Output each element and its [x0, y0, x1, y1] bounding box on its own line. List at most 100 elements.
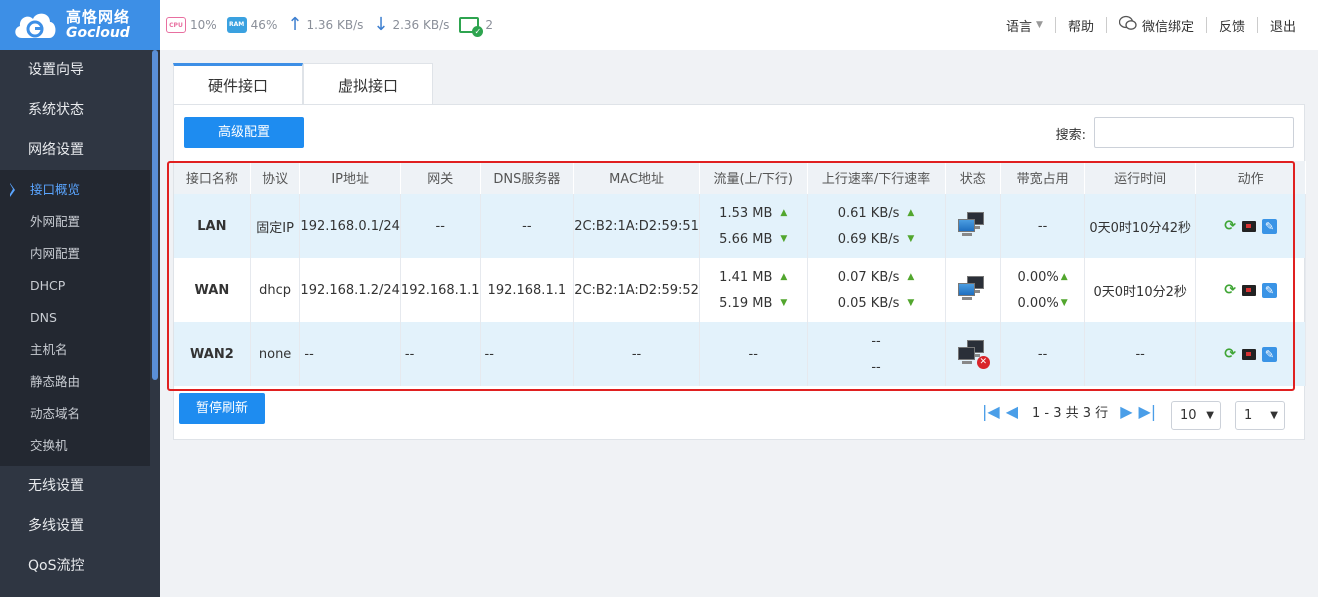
sidebar-scrollbar[interactable] [152, 50, 158, 380]
column-header[interactable]: IP地址 [299, 161, 401, 194]
first-page-icon[interactable]: |◀ [982, 403, 1000, 420]
last-page-icon[interactable]: ▶| [1139, 403, 1157, 420]
brand-name-en: Gocloud [66, 25, 130, 41]
sidebar-item-ddns[interactable]: 动态域名 [0, 398, 150, 430]
rate: 0.07 KB/s ▲ 0.05 KB/s ▼ [807, 258, 946, 322]
search-input[interactable] [1094, 117, 1294, 148]
upload-value: 1.36 KB/s [306, 18, 364, 32]
column-header[interactable]: 协议 [250, 161, 301, 194]
sidebar-item-interface-overview[interactable]: 接口概览 [0, 174, 150, 206]
column-header[interactable]: MAC地址 [573, 161, 700, 194]
traffic: 1.41 MB ▲ 5.19 MB ▼ [699, 258, 808, 322]
status [945, 258, 1001, 322]
sidebar-item-qos[interactable]: QoS流控 [0, 546, 150, 586]
protocol: 固定IP [250, 194, 301, 258]
interface-panel: 高级配置 搜索: 接口名称 协议 IP地址 网关 DNS服务器 MAC地址 流量… [173, 104, 1306, 440]
cpu-value: 10% [190, 18, 217, 32]
monitor-icon[interactable] [1241, 348, 1256, 360]
refresh-icon[interactable]: ⟳ [1224, 218, 1236, 234]
column-header[interactable]: 接口名称 [174, 161, 251, 194]
up-arrow-icon: ▲ [907, 272, 915, 282]
refresh-icon[interactable]: ⟳ [1224, 282, 1236, 298]
down-arrow-icon: ▼ [907, 298, 915, 308]
top-nav: 语言 ▼ 帮助 微信绑定 反馈 退出 [994, 0, 1308, 50]
ip-address: 192.168.0.1/24 [299, 194, 401, 258]
sidebar-item-setup-wizard[interactable]: 设置向导 [0, 50, 150, 90]
search-label: 搜索: [1055, 128, 1086, 143]
bandwidth-usage: 0.00% ▲ 0.00% ▼ [1000, 258, 1086, 322]
table-row: LAN 固定IP 192.168.0.1/24 -- -- 2C:B2:1A:D… [174, 194, 1306, 258]
column-header[interactable]: 运行时间 [1084, 161, 1197, 194]
sidebar-item-network-settings[interactable]: 网络设置 [0, 130, 150, 170]
monitor-icon[interactable] [1241, 284, 1256, 296]
help-link[interactable]: 帮助 [1056, 16, 1106, 35]
mac-address: 2C:B2:1A:D2:59:51 [573, 194, 700, 258]
actions: ⟳ ✎ [1195, 194, 1306, 258]
page-size-select[interactable]: 10 ▼ [1171, 401, 1221, 430]
interface-table: 接口名称 协议 IP地址 网关 DNS服务器 MAC地址 流量(上/下行) 上行… [174, 161, 1306, 386]
advanced-config-button[interactable]: 高级配置 [184, 117, 304, 148]
ram-icon: RAM [226, 17, 247, 33]
tab-hardware-interface[interactable]: 硬件接口 [173, 63, 303, 106]
column-header[interactable]: 网关 [400, 161, 481, 194]
cpu-icon: CPU [166, 17, 186, 33]
gateway: -- [400, 194, 481, 258]
rate-up: 0.07 KB/s [837, 269, 900, 285]
sidebar: 设置向导 系统状态 网络设置 接口概览 外网配置 内网配置 DHCP DNS 主… [0, 50, 160, 597]
sidebar-item-dhcp[interactable]: DHCP [0, 270, 150, 302]
dns-server: -- [480, 194, 575, 258]
pause-refresh-button[interactable]: 暂停刷新 [179, 393, 265, 424]
monitor-icon[interactable] [1241, 220, 1256, 232]
dns-server: 192.168.1.1 [480, 258, 575, 322]
sidebar-item-wireless[interactable]: 无线设置 [0, 466, 150, 506]
prev-page-icon[interactable]: ◀ [1006, 403, 1018, 420]
sidebar-item-multiline[interactable]: 多线设置 [0, 506, 150, 546]
feedback-link[interactable]: 反馈 [1207, 16, 1257, 35]
sidebar-item-hostname[interactable]: 主机名 [0, 334, 150, 366]
sidebar-item-static-route[interactable]: 静态路由 [0, 366, 150, 398]
page-value: 1 [1244, 408, 1253, 423]
column-header[interactable]: 动作 [1195, 161, 1306, 194]
dns-server: -- [480, 322, 575, 386]
refresh-icon[interactable]: ⟳ [1224, 346, 1236, 362]
upload-stat: ↑ 1.36 KB/s [287, 16, 363, 34]
logout-link[interactable]: 退出 [1258, 16, 1308, 35]
rate-up: 0.61 KB/s [837, 205, 900, 221]
devices-stat[interactable]: ✓ 2 [459, 17, 493, 37]
column-header[interactable]: 流量(上/下行) [699, 161, 808, 194]
download-arrow-icon: ↓ [373, 14, 389, 35]
rate: 0.61 KB/s ▲ 0.69 KB/s ▼ [807, 194, 946, 258]
chevron-down-icon: ▼ [1036, 20, 1043, 30]
tab-virtual-interface[interactable]: 虚拟接口 [303, 63, 433, 104]
sidebar-item-system-status[interactable]: 系统状态 [0, 90, 150, 130]
brand-logo[interactable]: 高恪网络 Gocloud [0, 0, 160, 50]
sidebar-item-switch[interactable]: 交换机 [0, 430, 150, 462]
table-row: WAN dhcp 192.168.1.2/24 192.168.1.1 192.… [174, 258, 1306, 322]
column-header[interactable]: 带宽占用 [1000, 161, 1086, 194]
language-menu[interactable]: 语言 ▼ [994, 16, 1055, 35]
column-header[interactable]: 状态 [945, 161, 1001, 194]
ram-stat: RAM 46% [226, 17, 278, 33]
edit-icon[interactable]: ✎ [1261, 282, 1277, 298]
connected-status-icon [957, 210, 988, 238]
down-arrow-icon: ▼ [780, 234, 788, 244]
column-header[interactable]: 上行速率/下行速率 [807, 161, 946, 194]
language-label: 语言 [1006, 19, 1033, 35]
traffic: -- [699, 322, 808, 386]
edit-icon[interactable]: ✎ [1261, 346, 1277, 362]
disconnected-status-icon: ✕ [957, 338, 990, 369]
bandwidth-usage: -- [1000, 322, 1086, 386]
bandwidth-usage: -- [1000, 194, 1086, 258]
page-select[interactable]: 1 ▼ [1235, 401, 1285, 430]
sidebar-item-lan-config[interactable]: 内网配置 [0, 238, 150, 270]
chevron-down-icon: ▼ [1206, 410, 1214, 421]
mac-address: -- [573, 322, 700, 386]
wechat-bind-link[interactable]: 微信绑定 [1107, 15, 1206, 35]
column-header[interactable]: DNS服务器 [480, 161, 575, 194]
edit-icon[interactable]: ✎ [1261, 218, 1277, 234]
sidebar-item-wan-config[interactable]: 外网配置 [0, 206, 150, 238]
sidebar-item-dns[interactable]: DNS [0, 302, 150, 334]
connected-status-icon [957, 274, 988, 302]
ram-value: 46% [250, 18, 278, 32]
next-page-icon[interactable]: ▶ [1120, 403, 1132, 420]
